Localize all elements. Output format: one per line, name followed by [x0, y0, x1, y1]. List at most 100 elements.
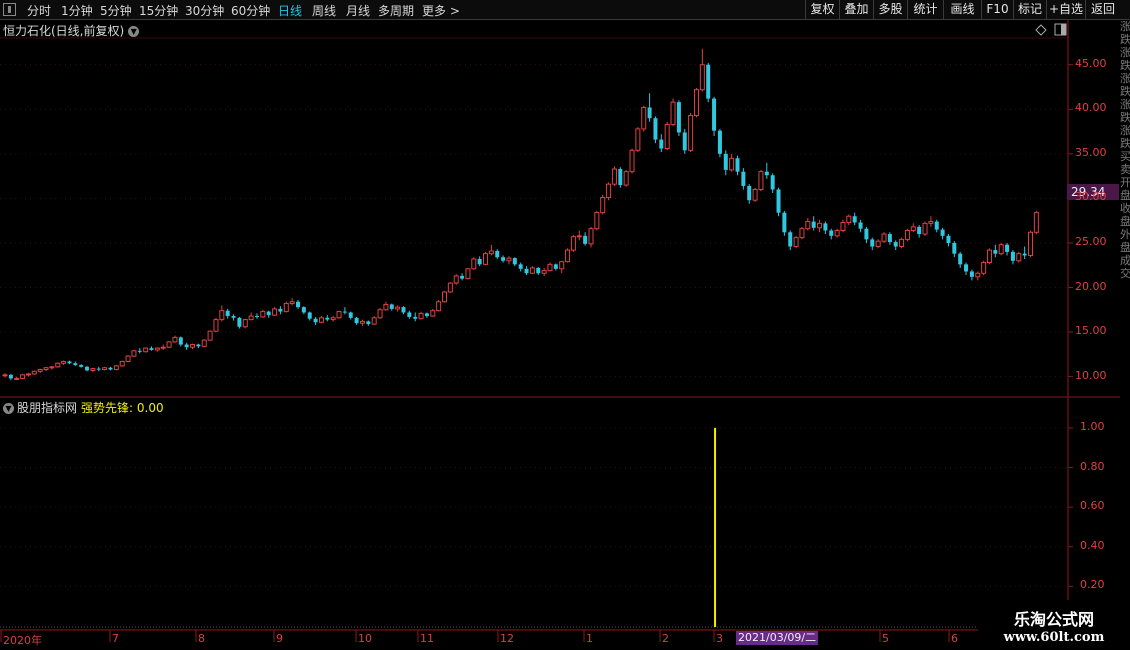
candle-body [975, 272, 981, 278]
candle-body [225, 310, 230, 317]
candle-body [407, 312, 412, 317]
candle-body [1016, 253, 1022, 262]
candle-body [67, 361, 72, 364]
price-tick-label: 45.00 [1075, 56, 1107, 70]
candle-body [729, 157, 735, 171]
candle-body [793, 237, 799, 248]
candle-body [2, 374, 8, 377]
candle-body [8, 374, 13, 379]
candle-body [184, 344, 189, 348]
chevron-down-icon[interactable]: ▼ [3, 403, 14, 414]
candle-body [688, 115, 694, 151]
candle-body [318, 317, 324, 323]
candle-body [635, 128, 641, 151]
candle-body [840, 221, 846, 231]
candle-body [541, 270, 547, 274]
candle-body [946, 235, 951, 243]
side-panel-text: 涨跌涨跌涨跌涨跌涨跌买卖开盘收盘外盘成交 [1120, 20, 1130, 280]
candle-body [998, 244, 1004, 255]
indicator-source: 股朋指标网 [17, 401, 78, 415]
candle-body [829, 230, 834, 236]
candle-body [471, 258, 477, 270]
time-axis-label: 11 [420, 632, 434, 645]
candle-body [395, 306, 401, 310]
candle-body [113, 365, 119, 371]
candle-body [536, 267, 541, 274]
candle-body [723, 153, 728, 170]
candle-body [231, 316, 236, 318]
price-tick-label: 15.00 [1075, 324, 1107, 338]
candle-body [371, 317, 377, 325]
diamond-icon [1035, 24, 1047, 36]
time-axis-label: 9 [276, 632, 283, 645]
candle-body [55, 362, 61, 368]
indicator-tick-label: 0.60 [1080, 499, 1105, 513]
candle-body [834, 229, 840, 237]
candle-body [96, 368, 101, 370]
indicator-tick-label: 0.40 [1080, 538, 1105, 552]
candle-body [424, 313, 429, 317]
watermark-title: 乐淘公式网 [1013, 610, 1094, 629]
candle-body [904, 229, 910, 240]
candle-body [447, 282, 453, 293]
candle-body [770, 175, 775, 190]
candle-body [524, 268, 529, 274]
indicator-line-name: 强势先锋: [81, 401, 134, 415]
candle-body [477, 259, 482, 265]
candle-body [418, 312, 424, 320]
candle-body [430, 310, 436, 317]
candle-body [248, 315, 254, 321]
candle-body [260, 311, 266, 318]
candle-body [782, 212, 787, 233]
candle-body [242, 319, 248, 328]
candle-body [934, 221, 939, 230]
candle-body [272, 308, 278, 316]
candle-body [682, 132, 687, 151]
candle-body [846, 215, 852, 223]
candle-body [178, 337, 183, 345]
candle-body [565, 249, 571, 263]
price-tick-label: 20.00 [1075, 279, 1107, 293]
candle-body [90, 368, 96, 371]
candle-body [940, 229, 945, 236]
candle-body [817, 222, 823, 229]
panel-toggle-icon-fill [1061, 24, 1066, 35]
kline-chart [0, 20, 1120, 642]
candle-body [283, 303, 289, 313]
candle-body [512, 258, 517, 265]
candle-body [254, 316, 259, 318]
candle-body [676, 102, 681, 133]
candle-body [278, 308, 283, 312]
candle-body [383, 303, 389, 311]
price-tick-label: 40.00 [1075, 101, 1107, 115]
candle-body [758, 171, 764, 190]
candle-body [359, 320, 365, 324]
candle-body [981, 262, 987, 274]
candle-body [20, 374, 26, 379]
candle-body [1005, 244, 1010, 252]
candle-body [307, 312, 312, 319]
candle-body [922, 222, 928, 235]
candle-body [237, 317, 242, 327]
candle-body [559, 261, 565, 270]
candle-body [460, 275, 465, 279]
candle-body [119, 360, 125, 367]
candle-body [31, 370, 37, 375]
candle-body [570, 236, 576, 251]
candle-body [219, 310, 225, 321]
candle-body [958, 253, 963, 265]
candle-body [776, 189, 781, 213]
time-axis-label: 10 [358, 632, 372, 645]
candle-body [43, 367, 49, 371]
candle-body [712, 98, 717, 131]
candle-body [875, 240, 881, 248]
candle-body [1033, 212, 1039, 233]
candle-body [928, 221, 934, 224]
time-axis-label: 3 [716, 632, 723, 645]
candle-body [102, 367, 108, 371]
candle-body [618, 168, 623, 186]
indicator-value: 0.00 [136, 401, 164, 415]
candle-body [313, 318, 318, 323]
candle-body [488, 250, 494, 255]
candle-body [600, 197, 606, 214]
